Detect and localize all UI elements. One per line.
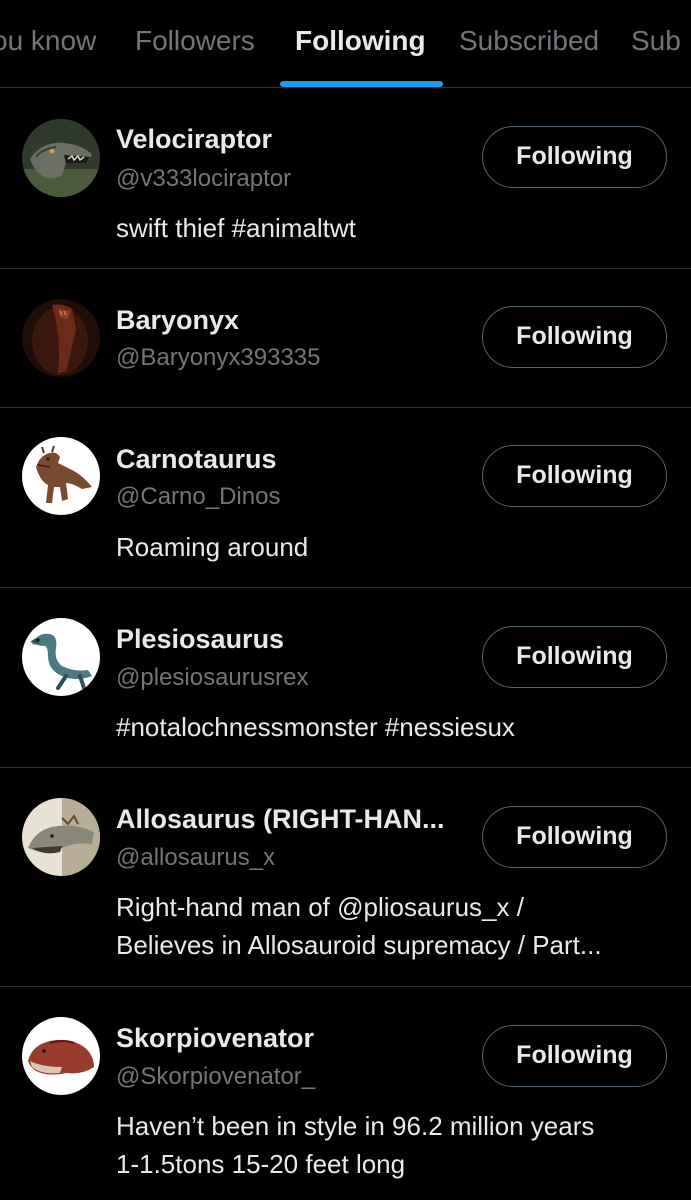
user-name: Baryonyx	[116, 305, 240, 335]
skorpiovenator-avatar[interactable]	[22, 1017, 100, 1095]
following-button[interactable]: Following	[482, 806, 667, 868]
user-row-skorpiovenator[interactable]: Skorpiovenator @Skorpiovenator_ Haven’t …	[0, 987, 691, 1200]
user-bio: Right-hand man of @pliosaurus_x / Believ…	[116, 888, 676, 964]
tab-following[interactable]: Following	[295, 24, 426, 58]
user-name: Carnotaurus	[116, 444, 277, 474]
user-bio: swift thief #animaltwt	[116, 213, 356, 243]
bio-line: 1-1.5tons 15-20 feet long	[116, 1149, 406, 1179]
user-handle: @Baryonyx393335	[116, 344, 321, 371]
tab-subscribed[interactable]: Subscribed	[459, 24, 599, 58]
following-button[interactable]: Following	[482, 1025, 667, 1087]
user-row-allosaurus[interactable]: Allosaurus (RIGHT-HAN... @allosaurus_x R…	[0, 768, 691, 987]
user-row-baryonyx[interactable]: Baryonyx @Baryonyx393335 Following	[0, 269, 691, 408]
bio-line: Believes in Allosauroid supremacy / Part…	[116, 930, 602, 960]
user-handle: @Carno_Dinos	[116, 483, 281, 510]
plesiosaurus-avatar[interactable]	[22, 618, 100, 696]
velociraptor-avatar[interactable]	[22, 119, 100, 197]
following-button[interactable]: Following	[482, 445, 667, 507]
user-bio: #notalochnessmonster #nessiesux	[116, 712, 515, 742]
bio-line: Haven’t been in style in 96.2 million ye…	[116, 1111, 595, 1141]
active-tab-indicator	[280, 81, 443, 87]
user-name: Allosaurus (RIGHT-HAN...	[116, 804, 445, 834]
user-handle: @allosaurus_x	[116, 844, 276, 871]
carnotaurus-avatar[interactable]	[22, 437, 100, 515]
user-name: Velociraptor	[116, 124, 273, 154]
user-bio: Roaming around	[116, 532, 309, 562]
user-row-velociraptor[interactable]: Velociraptor @v333lociraptor swift thief…	[0, 88, 691, 269]
following-button[interactable]: Following	[482, 306, 667, 368]
bio-line: Right-hand man of @pliosaurus_x /	[116, 892, 524, 922]
baryonyx-avatar[interactable]	[22, 299, 100, 377]
allosaurus-avatar[interactable]	[22, 798, 100, 876]
user-handle: @v333lociraptor	[116, 165, 292, 192]
user-row-carnotaurus[interactable]: Carnotaurus @Carno_Dinos Roaming around …	[0, 408, 691, 588]
user-handle: @Skorpiovenator_	[116, 1063, 316, 1090]
user-row-plesiosaurus[interactable]: Plesiosaurus @plesiosaurusrex #notalochn…	[0, 588, 691, 768]
user-name: Plesiosaurus	[116, 624, 285, 654]
following-button[interactable]: Following	[482, 126, 667, 188]
tab-subscriptions[interactable]: Sub	[631, 24, 681, 58]
user-bio: Haven’t been in style in 96.2 million ye…	[116, 1107, 676, 1183]
user-handle: @plesiosaurusrex	[116, 664, 309, 691]
tab-bar: ou know Followers Following Subscribed S…	[0, 0, 691, 88]
following-button[interactable]: Following	[482, 626, 667, 688]
tab-you-might-know[interactable]: ou know	[0, 24, 96, 58]
user-name: Skorpiovenator	[116, 1023, 315, 1053]
tab-followers[interactable]: Followers	[135, 24, 255, 58]
